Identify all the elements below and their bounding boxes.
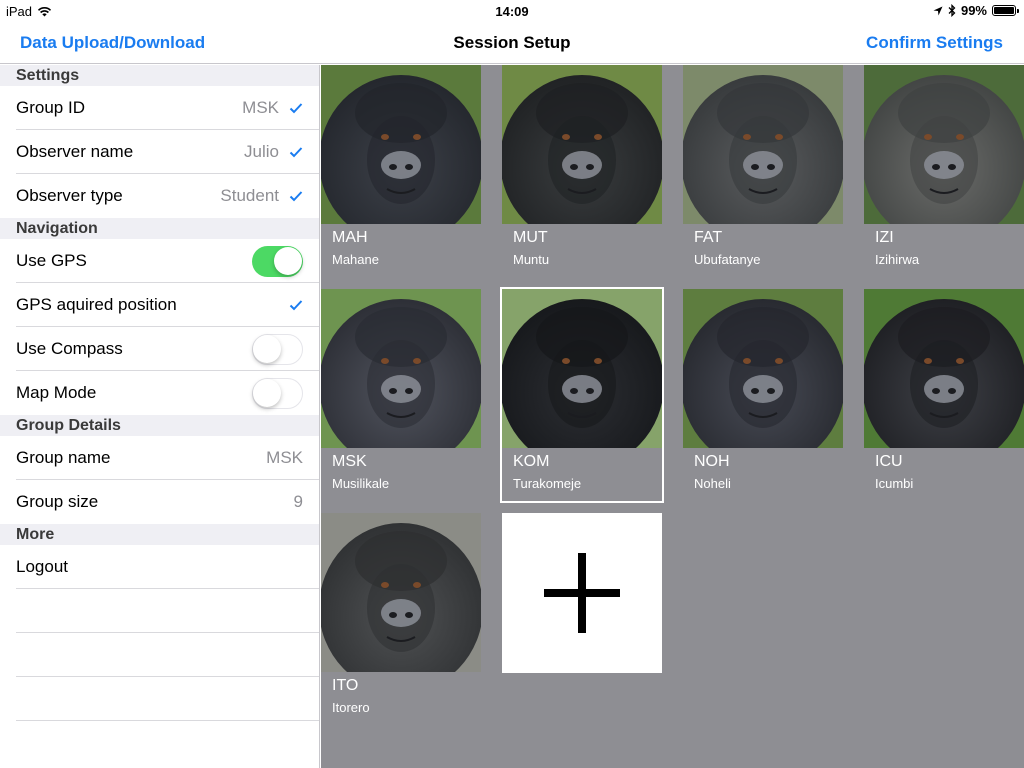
gorilla-name: Mahane xyxy=(332,252,379,267)
observer-type-row[interactable]: Observer type Student xyxy=(0,174,319,218)
battery-level xyxy=(994,7,1014,14)
status-bar: iPad 14:09 99% xyxy=(0,0,1024,22)
use-compass-toggle[interactable] xyxy=(252,333,303,365)
gorilla-code: MAH xyxy=(332,229,368,246)
gorilla-photo xyxy=(321,289,481,448)
gorilla-name: Noheli xyxy=(694,476,731,491)
battery-icon xyxy=(992,5,1019,16)
checkmark-icon xyxy=(289,147,303,158)
settings-sidebar: Settings Group ID MSK Observer name Juli… xyxy=(0,65,320,768)
toggle-knob xyxy=(253,378,281,407)
gorilla-code: MSK xyxy=(332,453,367,470)
empty-row xyxy=(0,589,319,633)
gorilla-card-msk[interactable]: MSK Musilikale xyxy=(321,289,481,501)
use-gps-label: Use GPS xyxy=(16,251,87,270)
group-size-label: Group size xyxy=(16,492,99,511)
observer-name-label: Observer name xyxy=(16,142,134,161)
gorilla-photo xyxy=(683,65,843,224)
use-compass-label: Use Compass xyxy=(16,339,123,358)
gorilla-photo xyxy=(502,65,662,224)
gorilla-name: Turakomeje xyxy=(513,476,582,491)
group-name-label: Group name xyxy=(16,448,111,467)
map-mode-row: Map Mode xyxy=(0,371,319,415)
group-id-value: MSK xyxy=(242,98,279,117)
gorilla-photo xyxy=(864,289,1024,448)
group-name-row[interactable]: Group name MSK xyxy=(0,436,319,480)
navigation-bar: Data Upload/Download Session Setup Confi… xyxy=(0,22,1024,64)
gorilla-photo xyxy=(321,513,481,672)
empty-row xyxy=(0,633,319,677)
gorilla-photo xyxy=(502,289,662,448)
toggle-knob xyxy=(274,246,302,275)
logout-label: Logout xyxy=(16,557,68,576)
gps-position-label: GPS aquired position xyxy=(16,295,177,314)
gorilla-name: Itorero xyxy=(332,700,370,715)
section-header-settings: Settings xyxy=(0,65,319,86)
logout-row[interactable]: Logout xyxy=(0,545,319,589)
gorilla-card-icu[interactable]: ICU Icumbi xyxy=(864,289,1024,501)
toggle-knob xyxy=(253,334,281,363)
observer-name-value: Julio xyxy=(244,142,279,161)
checkmark-icon xyxy=(289,300,303,311)
add-gorilla-button[interactable] xyxy=(502,513,662,673)
gorilla-name: Icumbi xyxy=(875,476,914,491)
gorilla-name: Izihirwa xyxy=(875,252,920,267)
gorilla-photo xyxy=(683,289,843,448)
group-id-label: Group ID xyxy=(16,98,85,117)
section-header-group-details: Group Details xyxy=(0,415,319,436)
group-size-row[interactable]: Group size 9 xyxy=(0,480,319,524)
group-name-value: MSK xyxy=(266,448,303,467)
gorilla-card-mah[interactable]: MAH Mahane xyxy=(321,65,481,277)
use-compass-row: Use Compass xyxy=(0,327,319,371)
status-right: 99% xyxy=(933,3,1019,18)
group-size-value: 9 xyxy=(293,492,303,511)
battery-percent: 99% xyxy=(960,3,987,18)
gps-position-row[interactable]: GPS aquired position xyxy=(0,283,319,327)
group-id-row[interactable]: Group ID MSK xyxy=(0,86,319,130)
gorilla-code: NOH xyxy=(694,453,730,470)
plus-icon xyxy=(544,553,620,633)
location-arrow-icon xyxy=(933,6,943,15)
confirm-settings-button[interactable]: Confirm Settings xyxy=(866,33,1003,53)
gorilla-card-noh[interactable]: NOH Noheli xyxy=(683,289,843,501)
gorilla-code: FAT xyxy=(694,229,723,246)
data-upload-download-button[interactable]: Data Upload/Download xyxy=(20,33,205,53)
gorilla-code: IZI xyxy=(875,229,894,246)
empty-row xyxy=(0,677,319,721)
section-header-navigation: Navigation xyxy=(0,218,319,239)
gorilla-card-kom[interactable]: KOM Turakomeje xyxy=(500,287,664,503)
gorilla-card-fat[interactable]: FAT Ubufatanye xyxy=(683,65,843,277)
section-header-more: More xyxy=(0,524,319,545)
observer-type-value: Student xyxy=(220,186,279,205)
map-mode-label: Map Mode xyxy=(16,383,97,402)
gorilla-code: MUT xyxy=(513,229,548,246)
status-time: 14:09 xyxy=(495,4,529,19)
observer-type-label: Observer type xyxy=(16,186,123,205)
gorilla-card-ito[interactable]: ITO Itorero xyxy=(321,513,481,725)
use-gps-row: Use GPS xyxy=(0,239,319,283)
gorilla-name: Muntu xyxy=(513,252,550,267)
observer-name-row[interactable]: Observer name Julio xyxy=(0,130,319,174)
gorilla-code: KOM xyxy=(513,453,550,470)
checkmark-icon xyxy=(289,191,303,202)
gorilla-photo xyxy=(321,65,481,224)
gorilla-photo xyxy=(864,65,1024,224)
gorilla-gallery: MAH Mahane MUT Muntu FAT Ubufatanye IZI Izihirw… xyxy=(321,65,1024,768)
bluetooth-icon xyxy=(948,4,956,17)
gorilla-code: ITO xyxy=(332,677,359,694)
gorilla-code: ICU xyxy=(875,453,903,470)
gorilla-name: Ubufatanye xyxy=(694,252,761,267)
gorilla-card-izi[interactable]: IZI Izihirwa xyxy=(864,65,1024,277)
gorilla-name: Musilikale xyxy=(332,476,390,491)
gorilla-card-mut[interactable]: MUT Muntu xyxy=(502,65,662,277)
checkmark-icon xyxy=(289,103,303,114)
map-mode-toggle[interactable] xyxy=(252,377,303,409)
use-gps-toggle[interactable] xyxy=(252,245,303,277)
